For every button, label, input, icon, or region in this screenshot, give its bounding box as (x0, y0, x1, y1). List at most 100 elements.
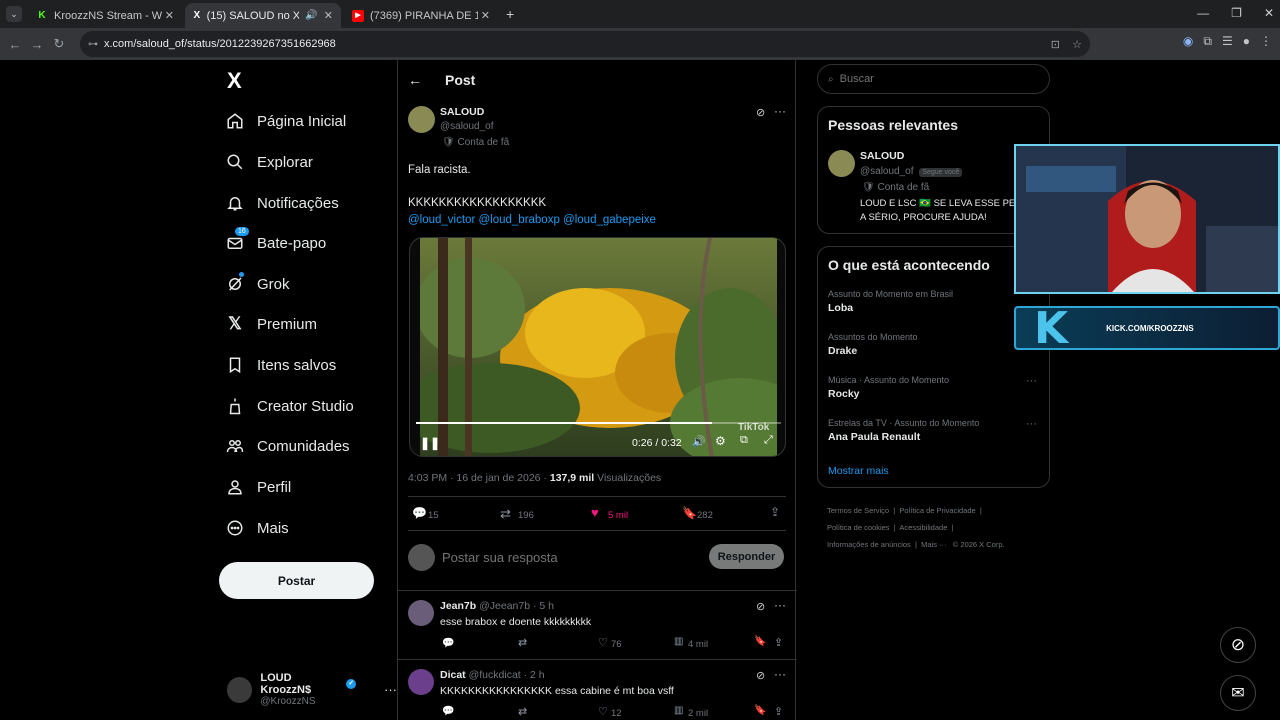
extensions-icon[interactable]: ⧉ (1203, 34, 1212, 49)
views-icon[interactable]: ▥ (674, 636, 683, 647)
close-icon[interactable]: ✕ (165, 9, 174, 22)
tab-x-post[interactable]: X (15) SALOUD no X: "Fala ra... 🔊 ✕ (185, 3, 341, 28)
bookmark-star-icon[interactable]: ☆ (1072, 38, 1082, 51)
heart-icon[interactable]: ♥ (591, 505, 599, 520)
back-icon[interactable]: ← (4, 37, 26, 52)
reply-icon[interactable]: 💬 (442, 638, 454, 649)
footer-link[interactable]: Política de Privacidade (899, 506, 975, 515)
reply-icon[interactable]: 💬 (442, 706, 454, 717)
address-bar[interactable]: ⊶ x.com/saloud_of/status/201223926735166… (80, 31, 1090, 57)
avatar[interactable] (408, 600, 434, 626)
views-icon[interactable]: ▥ (674, 705, 683, 716)
trend-item[interactable]: Estrelas da TV · Assunto do Momento Ana … (828, 418, 979, 443)
more-dots-icon[interactable]: ··· (774, 598, 786, 612)
trend-item[interactable]: Música · Assunto do Momento Rocky (828, 375, 949, 400)
nav-communities[interactable]: Comunidades (225, 430, 350, 462)
close-window-icon[interactable]: ✕ (1264, 6, 1274, 20)
back-arrow-icon[interactable]: ← (408, 72, 422, 88)
footer-link[interactable]: Termos de Serviço (827, 506, 889, 515)
person-name[interactable]: SALOUD (860, 150, 904, 162)
search-input[interactable] (839, 73, 1020, 85)
fullscreen-icon[interactable]: ⤢ (764, 434, 773, 447)
pause-icon[interactable]: ❚❚ (420, 436, 440, 450)
retweet-icon[interactable]: ⇄ (500, 506, 511, 522)
show-more-link[interactable]: Mostrar mais (828, 465, 889, 477)
video-player[interactable]: ❚❚ 0:26 / 0:32 🔊 ⚙ ⧉ ⤢ TikTok (409, 237, 786, 457)
trend-item[interactable]: Assunto do Momento em Brasil Loba (828, 289, 953, 314)
reply-button[interactable]: Responder (709, 544, 784, 569)
avatar[interactable] (408, 106, 435, 133)
volume-icon[interactable]: 🔊 (692, 435, 706, 448)
x-logo-icon[interactable]: X (227, 68, 242, 94)
nav-more[interactable]: Mais (225, 512, 289, 544)
heart-icon[interactable]: ♡ (598, 705, 608, 718)
avatar[interactable] (828, 150, 855, 177)
nav-chat[interactable]: 16 Bate-papo (225, 227, 326, 259)
messages-fab[interactable]: ✉ (1220, 675, 1256, 711)
nav-explore[interactable]: Explorar (225, 146, 313, 178)
reading-list-icon[interactable]: ☰ (1222, 34, 1233, 49)
bookmark-icon[interactable]: 🔖 (754, 705, 766, 716)
grok-icon[interactable]: ⊘ (756, 669, 765, 682)
nav-home[interactable]: Página Inicial (225, 105, 346, 137)
cast-icon[interactable]: ◉ (1183, 34, 1193, 49)
footer-link[interactable]: Informações de anúncios (827, 540, 911, 549)
restore-icon[interactable]: ❐ (1231, 6, 1242, 20)
reply-author[interactable]: Jean7b (440, 600, 476, 612)
author-handle[interactable]: @saloud_of (440, 121, 494, 132)
nav-notifications[interactable]: Notificações (225, 187, 339, 219)
reply-author[interactable]: Dicat (440, 669, 466, 681)
nav-profile[interactable]: Perfil (225, 471, 291, 503)
footer-link[interactable]: Mais ··· (921, 540, 946, 549)
share-icon[interactable]: ⇪ (770, 505, 780, 519)
retweet-icon[interactable]: ⇄ (518, 705, 527, 718)
new-tab-button[interactable]: + (506, 6, 514, 22)
more-dots-icon[interactable]: ··· (774, 667, 786, 681)
bookmark-icon[interactable]: 🔖 (754, 636, 766, 647)
tab-kick[interactable]: K KroozzNS Stream - Watch Live ✕ (28, 3, 182, 28)
more-dots-icon[interactable]: ··· (774, 104, 786, 118)
nav-grok[interactable]: Grok (225, 268, 290, 300)
install-icon[interactable]: ⊡ (1051, 38, 1060, 51)
grok-icon[interactable]: ⊘ (756, 600, 765, 613)
close-icon[interactable]: ✕ (324, 9, 333, 22)
minimize-icon[interactable]: — (1197, 6, 1209, 20)
trend-item[interactable]: Assuntos do Momento Drake (828, 332, 918, 357)
post-button[interactable]: Postar (219, 562, 374, 599)
video-progress-track[interactable] (416, 422, 781, 424)
reload-icon[interactable]: ↻ (48, 36, 70, 52)
profile-icon[interactable]: ● (1243, 34, 1250, 49)
settings-icon[interactable]: ⚙ (715, 434, 726, 448)
share-icon[interactable]: ⇪ (774, 636, 783, 649)
pip-icon[interactable]: ⧉ (740, 434, 748, 447)
share-icon[interactable]: ⇪ (774, 705, 783, 718)
author-name[interactable]: SALOUD (440, 106, 484, 118)
more-dots-icon[interactable]: ··· (1026, 375, 1037, 387)
search-box[interactable]: ⌕ (817, 64, 1050, 94)
speaker-icon[interactable]: 🔊 (305, 10, 317, 21)
tab-search-icon[interactable]: ⌄ (6, 6, 22, 22)
nav-premium[interactable]: 𝕏 Premium (225, 308, 317, 340)
avatar (227, 676, 253, 703)
nav-bookmarks[interactable]: Itens salvos (225, 349, 336, 381)
account-switcher[interactable]: LOUD KroozzN$ ✓ @KroozzNS ··· (227, 672, 397, 707)
grok-icon[interactable]: ⊘ (756, 106, 765, 119)
reply-input[interactable] (442, 546, 692, 568)
grok-fab[interactable]: ⊘ (1220, 627, 1256, 663)
reply-icon[interactable]: 💬 (412, 506, 427, 520)
tab-youtube[interactable]: ▶ (7369) PIRANHA DE 18 - Trapla... ✕ (344, 3, 498, 28)
footer-link[interactable]: Política de cookies (827, 523, 890, 532)
more-dots-icon[interactable]: ··· (384, 682, 397, 697)
menu-kebab-icon[interactable]: ⋮ (1260, 34, 1272, 49)
nav-creator-studio[interactable]: Creator Studio (225, 390, 354, 422)
tweet-mentions[interactable]: @loud_victor @loud_braboxp @loud_gabepei… (408, 214, 656, 226)
retweet-icon[interactable]: ⇄ (518, 636, 527, 649)
heart-icon[interactable]: ♡ (598, 636, 608, 649)
avatar[interactable] (408, 669, 434, 695)
bookmark-icon[interactable]: 🔖 (682, 506, 697, 520)
more-dots-icon[interactable]: ··· (1026, 418, 1037, 430)
site-info-icon[interactable]: ⊶ (88, 39, 98, 50)
close-icon[interactable]: ✕ (481, 9, 490, 22)
footer-link[interactable]: Acessibilidade (899, 523, 947, 532)
forward-icon[interactable]: → (26, 37, 48, 52)
